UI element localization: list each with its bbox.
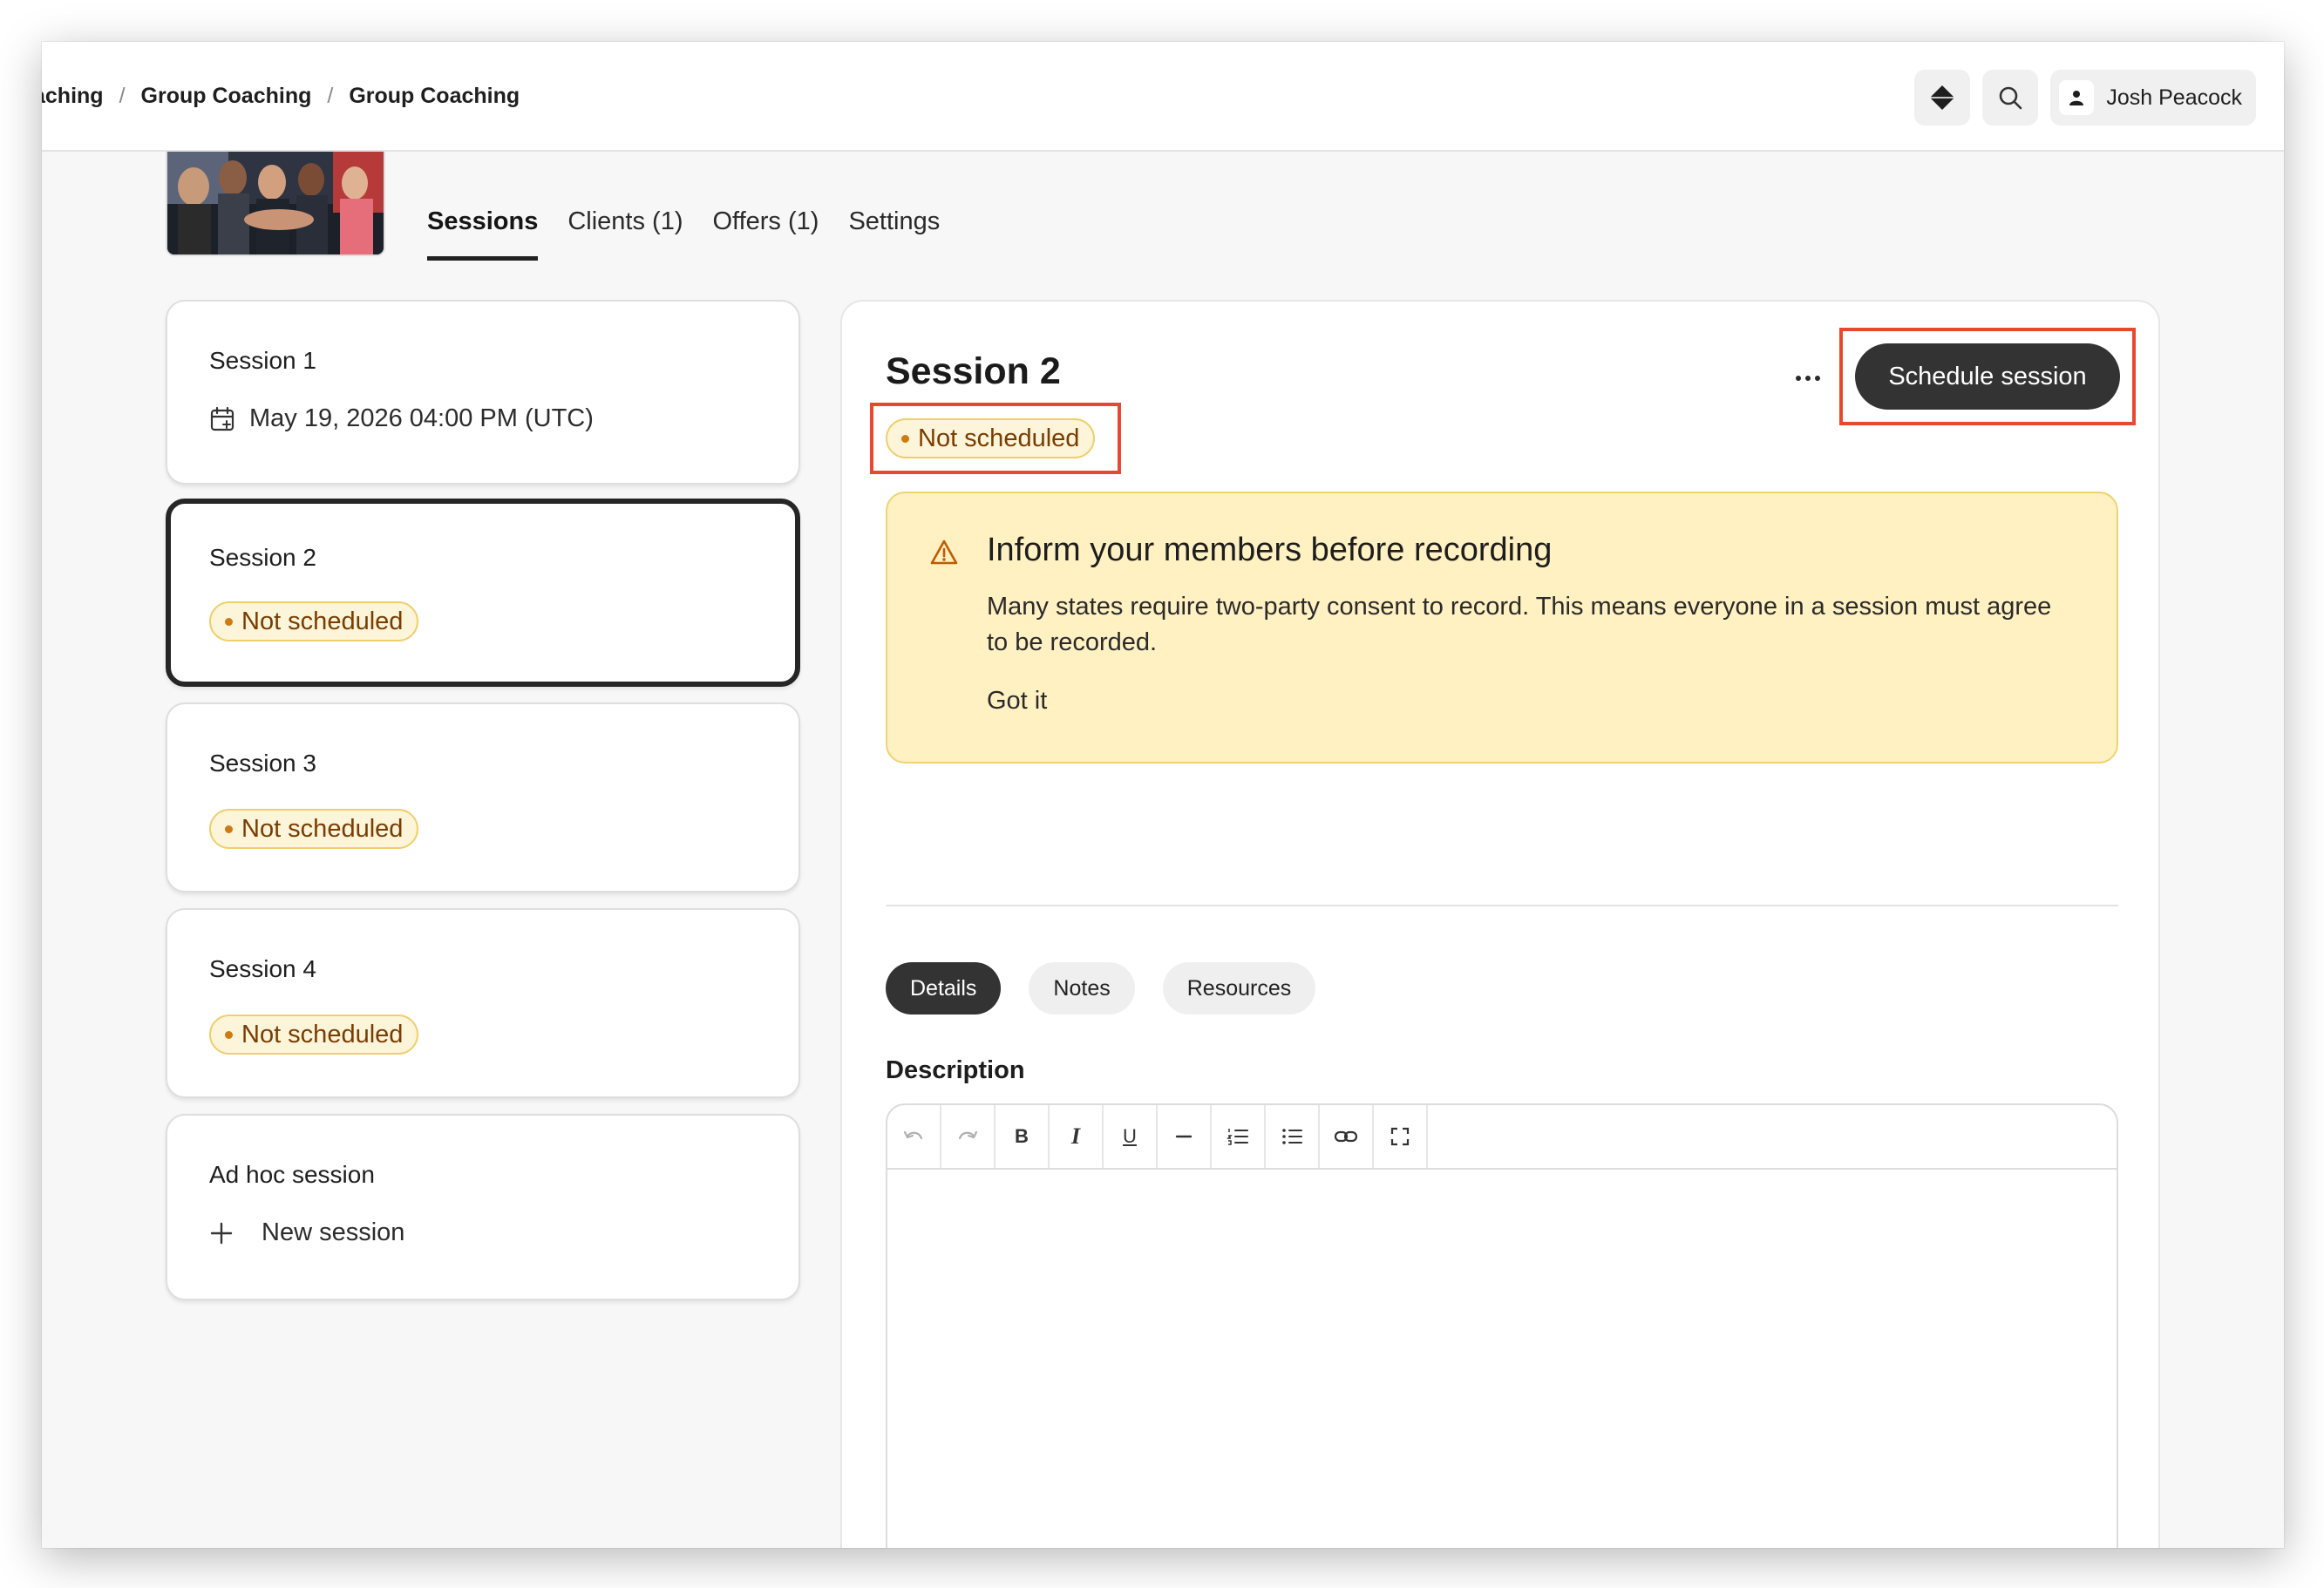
top-actions: Josh Peacock bbox=[1914, 70, 2256, 126]
bullet-list-button[interactable] bbox=[1266, 1105, 1320, 1168]
app-window: aching / Group Coaching / Group Coaching bbox=[42, 42, 2284, 1548]
undo-icon bbox=[903, 1130, 923, 1140]
bullet-list-icon bbox=[1282, 1129, 1302, 1144]
session-title: Session 2 bbox=[209, 544, 316, 571]
session-card-2[interactable]: Session 2 Not scheduled bbox=[166, 499, 800, 687]
breadcrumb-item-current[interactable]: Group Coaching bbox=[349, 84, 520, 109]
session-status-row: Not scheduled bbox=[209, 601, 419, 641]
session-date-row: May 19, 2026 04:00 PM (UTC) bbox=[209, 404, 594, 433]
description-editor[interactable]: B I U bbox=[886, 1103, 2118, 1548]
group-photo-image bbox=[167, 152, 384, 254]
user-icon bbox=[2069, 91, 2084, 105]
breadcrumb-item[interactable]: Group Coaching bbox=[141, 84, 312, 109]
more-options-button[interactable] bbox=[1784, 361, 1832, 396]
underline-button[interactable]: U bbox=[1104, 1105, 1158, 1168]
horizontal-rule-icon bbox=[1175, 1135, 1193, 1138]
horizontal-rule-button[interactable] bbox=[1158, 1105, 1212, 1168]
breadcrumb-separator: / bbox=[327, 83, 334, 108]
undo-button[interactable] bbox=[887, 1105, 941, 1168]
status-dot-icon bbox=[225, 617, 233, 626]
redo-button[interactable] bbox=[941, 1105, 996, 1168]
highlight-box-schedule bbox=[1839, 328, 2136, 425]
redo-icon bbox=[958, 1130, 978, 1140]
tab-notes[interactable]: Notes bbox=[1029, 962, 1135, 1015]
new-session-label: New session bbox=[262, 1218, 405, 1246]
session-title: Session 4 bbox=[209, 955, 316, 982]
user-name: Josh Peacock bbox=[2106, 85, 2242, 110]
session-card-1[interactable]: Session 1 May 19, 2026 04:00 PM (UTC) bbox=[166, 300, 800, 485]
status-badge: Not scheduled bbox=[209, 1015, 419, 1055]
ordered-list-button[interactable] bbox=[1212, 1105, 1266, 1168]
alert-body: Many states require two-party consent to… bbox=[987, 593, 2052, 656]
alert-title: Inform your members before recording bbox=[987, 532, 1553, 568]
tab-sessions[interactable]: Sessions bbox=[427, 207, 539, 261]
status-dot-icon bbox=[225, 825, 233, 833]
diamond-button[interactable] bbox=[1914, 70, 1971, 126]
status-dot-icon bbox=[225, 1030, 233, 1039]
search-icon bbox=[2000, 86, 2022, 110]
expand-icon bbox=[1390, 1127, 1410, 1146]
ordered-list-icon bbox=[1227, 1129, 1248, 1145]
section-divider bbox=[886, 905, 2118, 906]
got-it-button[interactable]: Got it bbox=[987, 687, 1047, 716]
top-bar: aching / Group Coaching / Group Coaching bbox=[42, 42, 2284, 152]
section-tabs: Sessions Clients (1) Offers (1) Settings bbox=[427, 207, 940, 261]
session-status-row: Not scheduled bbox=[209, 1015, 419, 1055]
breadcrumb-item[interactable]: aching bbox=[42, 84, 104, 109]
status-badge-label: Not scheduled bbox=[241, 1020, 404, 1048]
bold-button[interactable]: B bbox=[996, 1105, 1050, 1168]
user-menu-button[interactable]: Josh Peacock bbox=[2050, 70, 2256, 126]
session-title: Ad hoc session bbox=[209, 1161, 375, 1188]
session-card-4[interactable]: Session 4 Not scheduled bbox=[166, 908, 800, 1098]
editor-toolbar: B I U bbox=[887, 1105, 2117, 1170]
ellipsis-icon bbox=[1796, 376, 1801, 381]
recording-consent-alert: Inform your members before recording Man… bbox=[886, 492, 2118, 763]
new-session-button[interactable]: New session bbox=[209, 1218, 404, 1247]
calendar-icon bbox=[210, 406, 234, 431]
search-button[interactable] bbox=[1982, 70, 2039, 126]
avatar bbox=[2059, 80, 2095, 115]
session-title: Session 1 bbox=[209, 347, 316, 374]
tab-clients[interactable]: Clients (1) bbox=[567, 207, 683, 261]
page-title: Session 2 bbox=[886, 350, 1061, 392]
diamond-icon bbox=[1930, 85, 1955, 110]
fullscreen-button[interactable] bbox=[1374, 1105, 1428, 1168]
link-button[interactable] bbox=[1320, 1105, 1374, 1168]
status-badge: Not scheduled bbox=[209, 601, 419, 641]
tab-details[interactable]: Details bbox=[886, 962, 1002, 1015]
session-title: Session 3 bbox=[209, 750, 316, 777]
status-badge: Not scheduled bbox=[209, 809, 419, 849]
tab-resources[interactable]: Resources bbox=[1162, 962, 1316, 1015]
description-label: Description bbox=[886, 1056, 1025, 1084]
ad-hoc-session-card: Ad hoc session New session bbox=[166, 1114, 800, 1300]
breadcrumb: aching / Group Coaching / Group Coaching bbox=[42, 42, 520, 150]
session-card-3[interactable]: Session 3 Not scheduled bbox=[166, 702, 800, 892]
status-badge-label: Not scheduled bbox=[241, 814, 404, 843]
status-badge-label: Not scheduled bbox=[241, 607, 404, 635]
plus-icon bbox=[210, 1222, 233, 1244]
warning-icon bbox=[930, 540, 958, 565]
breadcrumb-separator: / bbox=[119, 83, 126, 108]
link-icon bbox=[1334, 1130, 1358, 1143]
tab-offers[interactable]: Offers (1) bbox=[713, 207, 819, 261]
italic-button[interactable]: I bbox=[1050, 1105, 1104, 1168]
tab-settings[interactable]: Settings bbox=[848, 207, 940, 261]
program-thumbnail bbox=[166, 152, 385, 256]
detail-tabs: Details Notes Resources bbox=[886, 962, 1316, 1015]
session-detail-panel: Session 2 Not scheduled Schedule session… bbox=[840, 300, 2160, 1548]
session-status-row: Not scheduled bbox=[209, 809, 419, 849]
highlight-box-status bbox=[870, 403, 1121, 474]
session-date: May 19, 2026 04:00 PM (UTC) bbox=[249, 404, 594, 432]
